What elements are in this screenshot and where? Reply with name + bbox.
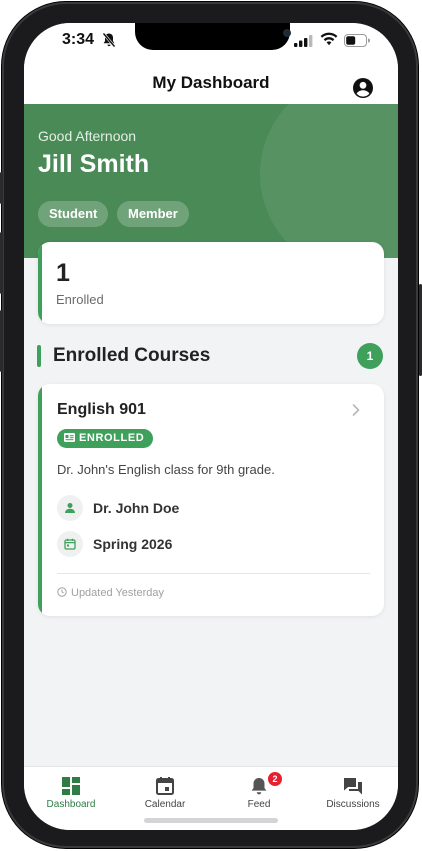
app-screen: 3:34 My Dashboard Good Afternoon Jill Sm… [24, 23, 398, 830]
course-title: English 901 [57, 401, 146, 418]
role-tag-student: Student [38, 201, 109, 227]
page-title: My Dashboard [152, 73, 270, 92]
cellular-signal-icon [294, 35, 313, 47]
tab-calendar[interactable]: Calendar [118, 767, 212, 817]
tab-feed[interactable]: 2 Feed [212, 767, 306, 817]
bottom-tab-bar: Dashboard Calendar 2 Feed Discussions [24, 766, 398, 830]
course-description: Dr. John's English class for 9th grade. [57, 462, 275, 477]
enrolled-stat-card[interactable]: 1 Enrolled [38, 242, 384, 324]
account-icon[interactable] [352, 77, 374, 99]
instructor-name: Dr. John Doe [93, 500, 180, 516]
clock-icon [57, 587, 67, 597]
front-camera [283, 29, 291, 37]
home-indicator[interactable] [144, 818, 278, 823]
card-accent-bar [38, 242, 42, 324]
volume-up-button [0, 232, 3, 294]
tab-label: Calendar [144, 799, 186, 810]
card-divider [57, 573, 370, 574]
chevron-right-icon[interactable] [352, 404, 360, 416]
calendar-small-icon [64, 538, 76, 550]
tab-label: Discussions [326, 799, 380, 810]
tab-dashboard[interactable]: Dashboard [24, 767, 118, 817]
top-nav-bar: My Dashboard [24, 59, 398, 104]
dynamic-island [135, 23, 291, 50]
tab-label: Dashboard [46, 799, 96, 810]
battery-icon [344, 34, 370, 47]
course-term: Spring 2026 [93, 536, 173, 552]
course-count-badge: 1 [357, 343, 383, 369]
bell-icon [251, 778, 267, 795]
status-badge-label: ENROLLED [79, 432, 145, 444]
welcome-banner: Good Afternoon Jill Smith Student Member [24, 104, 398, 258]
tab-label: Feed [247, 799, 271, 810]
bell-muted-icon [102, 32, 116, 48]
card-accent-bar [38, 384, 42, 616]
enrollment-status-badge: ENROLLED [57, 429, 154, 448]
enrolled-count: 1 [56, 259, 70, 287]
calendar-icon [156, 777, 174, 795]
last-updated-text: Updated Yesterday [71, 587, 164, 599]
user-name: Jill Smith [38, 150, 150, 178]
tab-discussions[interactable]: Discussions [306, 767, 398, 817]
greeting-text: Good Afternoon [38, 128, 137, 144]
id-card-icon [64, 432, 75, 442]
wifi-icon [320, 32, 338, 46]
instructor-icon-wrap [57, 495, 83, 521]
section-accent-bar [37, 345, 41, 367]
status-bar: 3:34 [24, 23, 398, 59]
side-button [0, 172, 3, 204]
status-time: 3:34 [62, 31, 95, 48]
person-icon [65, 503, 75, 513]
phone-frame: 3:34 My Dashboard Good Afternoon Jill Sm… [0, 0, 422, 851]
decorative-circle [260, 104, 398, 258]
volume-down-button [0, 310, 3, 372]
course-card[interactable]: English 901 ENROLLED Dr. John's English … [38, 384, 384, 616]
section-title: Enrolled Courses [53, 345, 211, 366]
enrolled-label: Enrolled [56, 292, 104, 307]
dashboard-icon [62, 777, 80, 795]
term-icon-wrap [57, 531, 83, 557]
last-updated: Updated Yesterday [57, 587, 164, 599]
forum-icon [344, 778, 362, 795]
notification-count-badge: 2 [268, 772, 282, 786]
role-tag-member: Member [117, 201, 189, 227]
